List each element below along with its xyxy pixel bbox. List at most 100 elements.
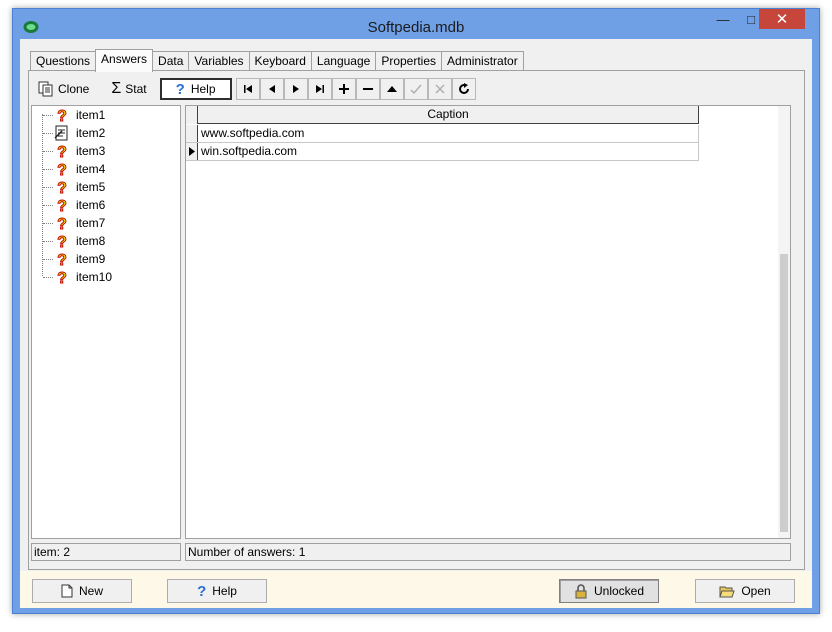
tab-administrator[interactable]: Administrator xyxy=(441,51,524,71)
tab-data[interactable]: Data xyxy=(152,51,190,71)
tree-item-item10[interactable]: ? item10 xyxy=(32,268,180,286)
tree-connector xyxy=(43,241,53,242)
move-up-icon xyxy=(386,85,397,93)
tree-connector xyxy=(43,277,53,278)
close-button[interactable]: ✕ xyxy=(759,9,805,29)
svg-text:?: ? xyxy=(57,144,67,159)
edit-document-icon xyxy=(54,125,70,141)
tree-item-label: item3 xyxy=(76,144,106,158)
next-record-icon xyxy=(292,85,300,93)
bottom-bar: New ? Help Unlocked Open xyxy=(20,571,812,608)
answers-grid[interactable]: Caption www.softpedia.com win.softpedia.… xyxy=(185,105,791,539)
tab-strip: Questions Answers Data Variables Keyboar… xyxy=(30,49,524,72)
caption-cell[interactable]: win.softpedia.com xyxy=(198,143,699,160)
prior-record-button[interactable] xyxy=(259,78,284,100)
tab-properties[interactable]: Properties xyxy=(375,51,443,71)
tree-item-item9[interactable]: ? item9 xyxy=(32,250,180,268)
first-record-button[interactable] xyxy=(235,78,260,100)
last-record-button[interactable] xyxy=(307,78,332,100)
insert-record-button[interactable] xyxy=(331,78,356,100)
tab-language[interactable]: Language xyxy=(310,51,377,71)
table-row[interactable]: www.softpedia.com xyxy=(186,125,699,143)
tree-connector xyxy=(43,259,53,260)
scrollbar-thumb[interactable] xyxy=(780,254,788,532)
help-button[interactable]: ? Help xyxy=(167,579,267,603)
new-label: New xyxy=(78,584,103,598)
tab-variables[interactable]: Variables xyxy=(188,51,250,71)
tree-item-item3[interactable]: ? item3 xyxy=(32,142,180,160)
question-icon: ? xyxy=(54,161,70,177)
tree-item-item5[interactable]: ? item5 xyxy=(32,178,180,196)
padlock-icon xyxy=(574,583,588,599)
delete-record-button[interactable] xyxy=(355,78,380,100)
tree-item-item6[interactable]: ? item6 xyxy=(32,196,180,214)
tree-item-item2[interactable]: item2 xyxy=(32,124,180,142)
tree-item-item8[interactable]: ? item8 xyxy=(32,232,180,250)
tree-item-label: item9 xyxy=(76,252,106,266)
tree-item-label: item10 xyxy=(76,270,113,284)
current-row-icon xyxy=(189,147,195,156)
next-record-button[interactable] xyxy=(283,78,308,100)
help-icon: ? xyxy=(197,582,207,600)
stat-label: Stat xyxy=(125,82,147,96)
move-up-button[interactable] xyxy=(379,78,404,100)
clone-button[interactable]: Clone xyxy=(31,78,96,100)
open-button[interactable]: Open xyxy=(695,579,795,603)
checkmark-icon xyxy=(410,84,422,94)
refresh-icon xyxy=(458,83,470,95)
svg-text:?: ? xyxy=(57,270,67,285)
svg-text:?: ? xyxy=(57,198,67,213)
lock-toggle-button[interactable]: Unlocked xyxy=(559,579,659,603)
svg-text:?: ? xyxy=(57,108,67,123)
question-icon: ? xyxy=(54,143,70,159)
tree-item-label: item8 xyxy=(76,234,106,248)
tree-connector xyxy=(43,169,53,170)
tree-connector xyxy=(43,133,53,134)
insert-record-icon xyxy=(338,84,349,94)
vertical-scrollbar[interactable] xyxy=(778,106,790,538)
tab-answers[interactable]: Answers xyxy=(95,49,154,72)
tab-keyboard[interactable]: Keyboard xyxy=(248,51,312,71)
app-window: Softpedia.mdb — □ ✕ Questions Answers Da… xyxy=(12,8,820,614)
new-button[interactable]: New xyxy=(32,579,132,603)
stat-button[interactable]: Σ Stat xyxy=(104,78,153,100)
question-icon: ? xyxy=(54,107,70,123)
help-toolbar-button[interactable]: ? Help xyxy=(159,78,232,100)
row-indicator xyxy=(186,143,198,160)
open-label: Open xyxy=(741,584,771,598)
last-record-icon xyxy=(315,85,325,93)
tree-item-label: item4 xyxy=(76,162,106,176)
tree-item-item1[interactable]: ? item1 xyxy=(32,106,180,124)
minimize-button[interactable]: — xyxy=(709,9,737,29)
svg-text:?: ? xyxy=(57,162,67,177)
new-document-icon xyxy=(61,584,73,598)
status-answer-count: Number of answers: 1 xyxy=(185,543,791,561)
tree-item-label: item1 xyxy=(76,108,106,122)
question-icon: ? xyxy=(54,233,70,249)
first-record-icon xyxy=(243,85,253,93)
tree-item-label: item5 xyxy=(76,180,106,194)
tree-item-item4[interactable]: ? item4 xyxy=(32,160,180,178)
question-icon: ? xyxy=(54,215,70,231)
caption-cell[interactable]: www.softpedia.com xyxy=(198,125,699,142)
clone-label: Clone xyxy=(58,82,90,96)
tree-connector xyxy=(43,151,53,152)
table-row[interactable]: win.softpedia.com xyxy=(186,143,699,161)
open-folder-icon xyxy=(719,585,736,598)
svg-text:?: ? xyxy=(57,216,67,231)
status-item: item: 2 xyxy=(31,543,181,561)
question-tree[interactable]: ? item1 item2? item3? item4? item5? item6? item… xyxy=(31,105,181,539)
cancel-edit-button[interactable] xyxy=(427,78,452,100)
answers-panel: Clone Σ Stat ? Help ? item1 item2 ? item… xyxy=(28,70,805,570)
tree-connector xyxy=(43,115,53,116)
tree-item-item7[interactable]: ? item7 xyxy=(32,214,180,232)
svg-text:?: ? xyxy=(57,180,67,195)
help-icon: ? xyxy=(175,80,185,98)
question-icon: ? xyxy=(54,179,70,195)
column-header-caption[interactable]: Caption xyxy=(198,106,699,123)
tree-connector xyxy=(43,205,53,206)
refresh-button[interactable] xyxy=(451,78,476,100)
post-edit-button[interactable] xyxy=(403,78,428,100)
tab-questions[interactable]: Questions xyxy=(30,51,97,71)
title-bar[interactable]: Softpedia.mdb — □ ✕ xyxy=(13,9,819,43)
